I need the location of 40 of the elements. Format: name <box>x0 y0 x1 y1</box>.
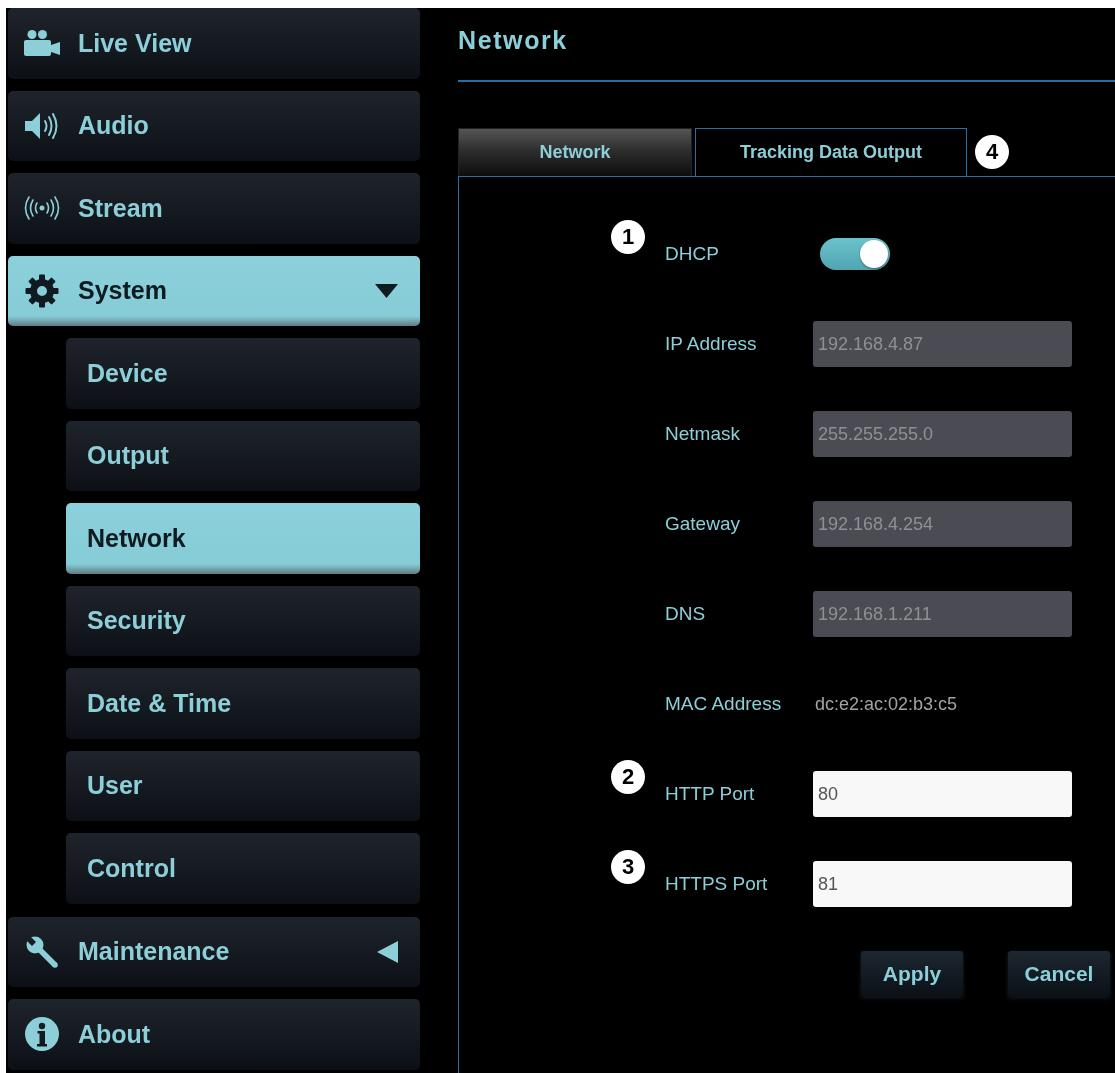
action-button[interactable]: Cancel <box>1008 951 1110 997</box>
field-label: MAC Address <box>665 693 782 715</box>
input-field[interactable]: 80 <box>813 771 1072 817</box>
action-button[interactable]: Apply <box>861 951 963 997</box>
wrench-icon <box>25 934 59 969</box>
tab[interactable]: Tracking Data Output <box>695 128 968 176</box>
field-label: IP Address <box>665 333 757 355</box>
callout-marker: 2 <box>611 760 645 794</box>
field-value: dc:e2:ac:02:b3:c5 <box>815 693 958 715</box>
tab[interactable]: Network <box>458 128 692 176</box>
nav-item[interactable]: Maintenance <box>8 916 420 987</box>
video-camera-icon <box>24 30 60 57</box>
broadcast-icon <box>24 196 60 221</box>
speaker-icon <box>25 111 59 140</box>
field-label: DNS <box>665 603 706 625</box>
page-title: Network <box>458 25 568 55</box>
gear-icon <box>25 273 59 308</box>
field-label: DHCP <box>665 243 719 265</box>
callout-marker: 1 <box>611 220 645 254</box>
nav-item[interactable]: System <box>8 255 420 326</box>
nav-subitem[interactable]: Security <box>66 585 420 656</box>
nav-subitem[interactable]: User <box>66 750 420 821</box>
nav-subitem[interactable]: Network <box>66 503 420 574</box>
nav-item[interactable]: About <box>8 999 420 1070</box>
nav-item[interactable]: Stream <box>8 173 420 244</box>
input-field[interactable]: 81 <box>813 861 1072 907</box>
callout-marker: 3 <box>611 850 645 884</box>
nav-subitem[interactable]: Device <box>66 338 420 409</box>
field-label: Gateway <box>665 513 740 535</box>
nav-subitem[interactable]: Date & Time <box>66 668 420 739</box>
nav-subitem[interactable]: Output <box>66 420 420 491</box>
field-label: HTTP Port <box>665 783 755 805</box>
info-icon <box>25 1017 59 1052</box>
callout-marker: 4 <box>975 135 1010 169</box>
field-label: Netmask <box>665 423 740 445</box>
toggle-switch[interactable] <box>820 238 890 270</box>
field-label: HTTPS Port <box>665 873 768 895</box>
nav-item[interactable]: Audio <box>8 90 420 161</box>
nav-item[interactable]: Live View <box>8 8 420 79</box>
nav-subitem[interactable]: Control <box>66 833 420 904</box>
